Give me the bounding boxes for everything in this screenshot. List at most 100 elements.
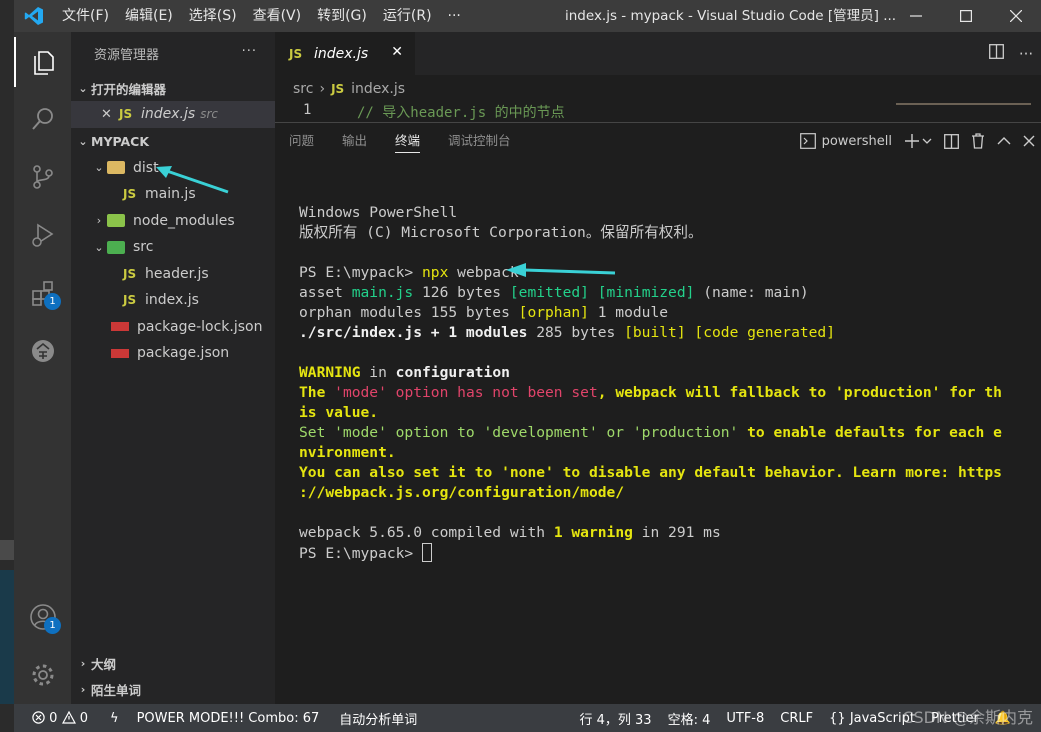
- terminal-text: [minimized]: [597, 284, 695, 301]
- folder-dist-icon: [107, 161, 125, 175]
- terminal-warning-label: WARNING: [299, 364, 361, 381]
- maximize-icon: [960, 10, 972, 22]
- extensions-button[interactable]: 1: [14, 268, 71, 318]
- accounts-button[interactable]: 1: [14, 592, 71, 642]
- kill-terminal-button[interactable]: [971, 133, 985, 149]
- tab-terminal[interactable]: 终端: [395, 123, 421, 159]
- source-control-icon: [32, 165, 53, 189]
- menu-selection[interactable]: 选择(S): [181, 0, 245, 32]
- tree-file-package-json[interactable]: package.json: [71, 340, 275, 367]
- tree-file-package-lock[interactable]: package-lock.json: [71, 314, 275, 341]
- js-file-icon: JS: [331, 81, 345, 96]
- accounts-badge: 1: [44, 617, 61, 634]
- maximize-panel-button[interactable]: [997, 136, 1011, 146]
- new-terminal-button[interactable]: [904, 133, 932, 149]
- tree-folder-node-modules[interactable]: › node_modules: [71, 208, 275, 235]
- terminal-text: ://webpack.js.org/configuration/mode/: [299, 484, 625, 501]
- panel-actions: powershell: [788, 123, 1035, 159]
- terminal-line: 版权所有 (C) Microsoft Corporation。保留所有权利。: [299, 223, 1039, 243]
- close-icon: [1010, 10, 1022, 22]
- menu-run[interactable]: 运行(R): [375, 0, 440, 32]
- terminal-command: npx: [422, 264, 449, 281]
- terminal-selector[interactable]: powershell: [799, 133, 892, 149]
- terminal-text: Windows PowerShell: [299, 204, 458, 221]
- problems-indicator[interactable]: 0 0: [32, 710, 88, 726]
- breadcrumb-folder[interactable]: src: [293, 81, 313, 97]
- tree-label: node_modules: [133, 212, 235, 229]
- terminal-text: [emitted]: [509, 284, 589, 301]
- menu-view[interactable]: 查看(V): [245, 0, 310, 32]
- menu-more[interactable]: ···: [440, 0, 469, 32]
- split-terminal-button[interactable]: [944, 133, 959, 149]
- explorer-button[interactable]: [14, 37, 71, 87]
- line-ending[interactable]: CRLF: [780, 711, 813, 726]
- maximize-button[interactable]: [941, 0, 991, 32]
- close-button[interactable]: [991, 0, 1041, 32]
- code-editor[interactable]: 1 // 导入header.js 的中的节点: [275, 100, 1041, 122]
- tab-index-js[interactable]: JS index.js ✕: [275, 32, 415, 75]
- project-title: MYPACK: [91, 134, 150, 149]
- source-control-button[interactable]: [14, 152, 71, 202]
- terminal-text: [code generated]: [694, 324, 836, 341]
- breadcrumb-file[interactable]: index.js: [351, 81, 405, 97]
- terminal-text: in: [360, 364, 396, 381]
- custom-extension-button[interactable]: [14, 326, 71, 376]
- tab-label: index.js: [314, 45, 369, 62]
- indentation[interactable]: 空格: 4: [668, 709, 711, 728]
- run-debug-button[interactable]: [14, 210, 71, 260]
- search-button[interactable]: [14, 94, 71, 144]
- more-actions-button[interactable]: ···: [1011, 45, 1041, 63]
- desktop-fragment: [0, 570, 14, 704]
- tree-file-index-js[interactable]: JS index.js: [71, 287, 275, 314]
- menu-go[interactable]: 转到(G): [309, 0, 375, 32]
- minimize-icon: [910, 15, 922, 17]
- npm-icon: [111, 348, 129, 358]
- terminal-text: 126 bytes: [413, 284, 510, 301]
- terminal-output[interactable]: Windows PowerShell 版权所有 (C) Microsoft Cor…: [299, 203, 1039, 564]
- js-file-icon: JS: [119, 107, 133, 122]
- terminal-text: [orphan]: [518, 304, 589, 321]
- terminal-text: The: [299, 384, 335, 401]
- close-panel-button[interactable]: [1023, 135, 1035, 147]
- tab-debug-console[interactable]: 调试控制台: [448, 123, 511, 159]
- split-editor-icon: [988, 44, 1004, 59]
- desktop-edge: [0, 0, 14, 732]
- tree-file-header-js[interactable]: JS header.js: [71, 261, 275, 288]
- project-section[interactable]: ⌄ MYPACK: [71, 129, 275, 155]
- terminal-text: [built]: [624, 324, 686, 341]
- editor-tabs: JS index.js ✕ ···: [275, 32, 1041, 75]
- tree-label: header.js: [145, 265, 209, 282]
- open-editors-title: 打开的编辑器: [91, 81, 167, 97]
- minimize-button[interactable]: [891, 0, 941, 32]
- tree-folder-src[interactable]: ⌄ src: [71, 234, 275, 261]
- manage-button[interactable]: [14, 650, 71, 700]
- open-editor-item[interactable]: ✕ JS index.js src: [71, 101, 275, 128]
- menu-edit[interactable]: 编辑(E): [117, 0, 181, 32]
- open-editors-section[interactable]: ⌄ 打开的编辑器: [71, 75, 275, 101]
- auto-analyze-status[interactable]: 自动分析单词: [339, 709, 417, 728]
- terminal-text: to enable defaults for each e: [738, 424, 1002, 441]
- close-tab-icon[interactable]: ✕: [391, 44, 403, 60]
- split-editor-button[interactable]: [981, 44, 1011, 63]
- outline-section[interactable]: › 大纲: [71, 650, 275, 676]
- tab-problems[interactable]: 问题: [289, 123, 314, 159]
- tree-label: package-lock.json: [137, 318, 263, 335]
- encoding[interactable]: UTF-8: [726, 711, 764, 726]
- menu-file[interactable]: 文件(F): [54, 0, 117, 32]
- close-editor-icon[interactable]: ✕: [101, 107, 119, 122]
- power-mode-status[interactable]: POWER MODE!!! Combo: 67: [137, 711, 320, 726]
- code-comment: // 导入header.js 的中的节点: [357, 105, 565, 121]
- vscode-logo-icon: [14, 0, 54, 32]
- terminal-line: webpack 5.65.0 compiled with 1 warning i…: [299, 523, 1039, 543]
- vocab-section[interactable]: › 陌生单词: [71, 676, 275, 702]
- tab-output[interactable]: 输出: [342, 123, 367, 159]
- chevron-right-icon: ›: [80, 656, 86, 670]
- folder-node-icon: [107, 214, 125, 228]
- cursor-position[interactable]: 行 4，列 33: [580, 709, 652, 728]
- js-file-icon: JS: [123, 293, 137, 308]
- explorer-more-button[interactable]: ···: [242, 44, 257, 59]
- braces-icon: {}: [829, 710, 846, 726]
- tree-label: src: [133, 239, 154, 256]
